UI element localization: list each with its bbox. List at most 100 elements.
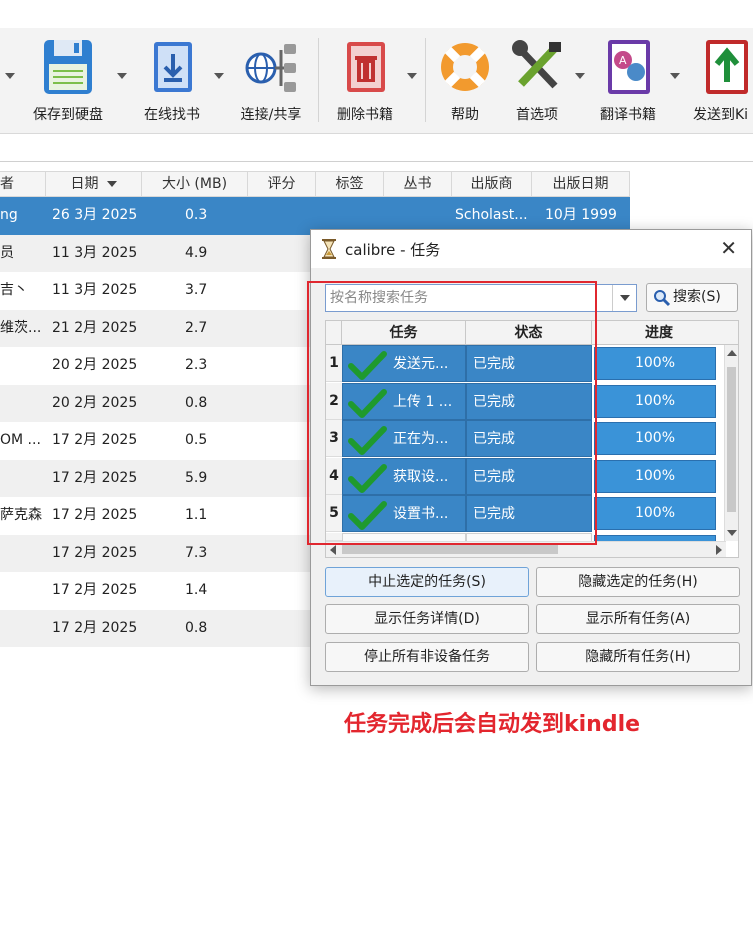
column-author[interactable]: 者 xyxy=(0,172,46,197)
book-size-cell: 0.8 xyxy=(185,619,208,636)
delete-book-icon xyxy=(347,42,385,92)
book-size-cell: 7.3 xyxy=(185,544,208,561)
book-date-cell: 20 2月 2025 xyxy=(52,357,138,373)
save-to-disk-button[interactable]: 保存到硬盘 xyxy=(28,34,108,130)
column-publisher[interactable]: 出版商 xyxy=(452,172,532,197)
book-date-cell: 17 2月 2025 xyxy=(52,507,138,523)
abort-selected-jobs-button[interactable]: 中止选定的任务(S) xyxy=(325,567,529,597)
hourglass-icon xyxy=(322,239,336,259)
book-author-cell: 维茨... xyxy=(0,319,42,336)
send-to-kindle-icon xyxy=(706,40,748,94)
book-author-cell: OM ... xyxy=(0,432,41,448)
connect-share-label: 连接/共享 xyxy=(240,107,302,123)
book-author-cell: 萨克森 xyxy=(0,507,42,523)
scroll-right-icon[interactable] xyxy=(716,545,722,555)
book-size-cell: 4.9 xyxy=(185,244,208,261)
book-author-cell: ng xyxy=(0,207,18,223)
scroll-up-icon[interactable] xyxy=(727,350,737,356)
book-date-cell: 21 2月 2025 xyxy=(52,319,138,336)
get-books-label: 在线找书 xyxy=(144,107,200,123)
book-list-header: 者 日期 大小 (MB) 评分 标签 丛书 出版商 出版日期 xyxy=(0,171,630,197)
column-series[interactable]: 丛书 xyxy=(384,172,452,197)
search-icon xyxy=(654,290,671,307)
lifebuoy-help-icon xyxy=(441,43,489,91)
send-to-kindle-button[interactable]: 发送到Ki xyxy=(690,34,753,130)
column-progress[interactable]: 进度 xyxy=(592,321,726,345)
scroll-thumb[interactable] xyxy=(342,545,558,554)
progress-text: 100% xyxy=(634,430,676,446)
column-size[interactable]: 大小 (MB) xyxy=(142,172,248,197)
book-size-cell: 0.8 xyxy=(185,394,208,411)
preferences-button[interactable]: 首选项 xyxy=(504,34,570,130)
progress-bar: 100% xyxy=(594,347,716,380)
translate-book-button[interactable]: A 翻译书籍 xyxy=(592,34,664,130)
search-history-dropdown[interactable] xyxy=(612,285,636,311)
show-job-details-button[interactable]: 显示任务详情(D) xyxy=(325,604,529,634)
scroll-thumb[interactable] xyxy=(727,367,736,512)
book-size-cell: 0.5 xyxy=(185,432,208,448)
annotation-highlight-box xyxy=(307,281,597,545)
dropdown-caret[interactable] xyxy=(5,73,15,79)
translate-icon: A xyxy=(608,40,650,94)
help-button[interactable]: 帮助 xyxy=(432,34,498,130)
get-books-button[interactable]: 在线找书 xyxy=(138,34,206,130)
show-all-jobs-button[interactable]: 显示所有任务(A) xyxy=(536,604,740,634)
tools-preferences-icon xyxy=(512,40,561,89)
search-bar-area xyxy=(0,134,753,162)
toolbar-separator xyxy=(425,38,426,122)
column-pubdate[interactable]: 出版日期 xyxy=(532,172,630,197)
progress-text: 100% xyxy=(634,392,676,409)
save-dropdown-caret[interactable] xyxy=(117,73,127,79)
book-date-cell: 11 3月 2025 xyxy=(52,244,138,261)
book-date-cell: 17 2月 2025 xyxy=(52,619,138,636)
send-to-kindle-label: 发送到Ki xyxy=(693,107,749,123)
remove-dropdown-caret[interactable] xyxy=(407,73,417,79)
help-label: 帮助 xyxy=(451,107,479,123)
vertical-scrollbar[interactable] xyxy=(724,345,738,541)
progress-bar: 100% xyxy=(594,459,716,493)
preferences-label: 首选项 xyxy=(516,107,558,123)
close-icon[interactable]: ✕ xyxy=(720,236,737,260)
book-date-cell: 17 2月 2025 xyxy=(52,432,138,448)
dialog-title: calibre - 任务 xyxy=(345,241,441,259)
svg-text:A: A xyxy=(619,54,627,67)
connect-share-icon xyxy=(245,44,296,92)
scroll-left-icon[interactable] xyxy=(330,545,336,555)
column-date[interactable]: 日期 xyxy=(46,172,142,197)
sort-desc-icon xyxy=(106,181,117,187)
stop-non-device-jobs-button[interactable]: 停止所有非设备任务 xyxy=(325,642,529,672)
search-button-label: 搜索(S) xyxy=(673,289,721,305)
remove-books-button[interactable]: 删除书籍 xyxy=(330,34,400,130)
column-rating[interactable]: 评分 xyxy=(248,172,316,197)
get-books-dropdown-caret[interactable] xyxy=(214,73,224,79)
book-author-cell: 吉丶 xyxy=(0,282,28,298)
book-date-cell: 17 2月 2025 xyxy=(52,544,138,561)
scroll-down-icon[interactable] xyxy=(727,530,737,536)
book-size-cell: 0.3 xyxy=(185,207,208,223)
book-date-cell: 26 3月 2025 xyxy=(52,207,138,223)
book-author-cell: 员 xyxy=(0,244,14,261)
progress-text: 100% xyxy=(634,467,676,484)
book-size-cell: 2.7 xyxy=(185,319,208,336)
remove-books-label: 删除书籍 xyxy=(337,107,393,123)
book-date-cell: 17 2月 2025 xyxy=(52,469,138,486)
search-button[interactable]: 搜索(S) xyxy=(646,283,738,312)
hide-all-jobs-button[interactable]: 隐藏所有任务(H) xyxy=(536,642,740,672)
book-size-cell: 5.9 xyxy=(185,469,208,486)
preferences-dropdown-caret[interactable] xyxy=(575,73,585,79)
save-disk-icon xyxy=(44,40,92,94)
book-size-cell: 1.1 xyxy=(185,507,208,523)
column-tags[interactable]: 标签 xyxy=(316,172,384,197)
book-size-cell: 2.3 xyxy=(185,357,208,373)
translate-dropdown-caret[interactable] xyxy=(670,73,680,79)
progress-bar: 100% xyxy=(594,422,716,455)
save-to-disk-label: 保存到硬盘 xyxy=(33,107,103,123)
hide-selected-jobs-button[interactable]: 隐藏选定的任务(H) xyxy=(536,567,740,597)
book-date-cell: 17 2月 2025 xyxy=(52,582,138,598)
progress-bar: 100% xyxy=(594,497,716,530)
connect-share-button[interactable]: 连接/共享 xyxy=(234,34,308,130)
book-size-cell: 3.7 xyxy=(185,282,208,298)
progress-bar: 100% xyxy=(594,384,716,418)
book-date-cell: 20 2月 2025 xyxy=(52,394,138,411)
translate-book-label: 翻译书籍 xyxy=(600,107,656,123)
